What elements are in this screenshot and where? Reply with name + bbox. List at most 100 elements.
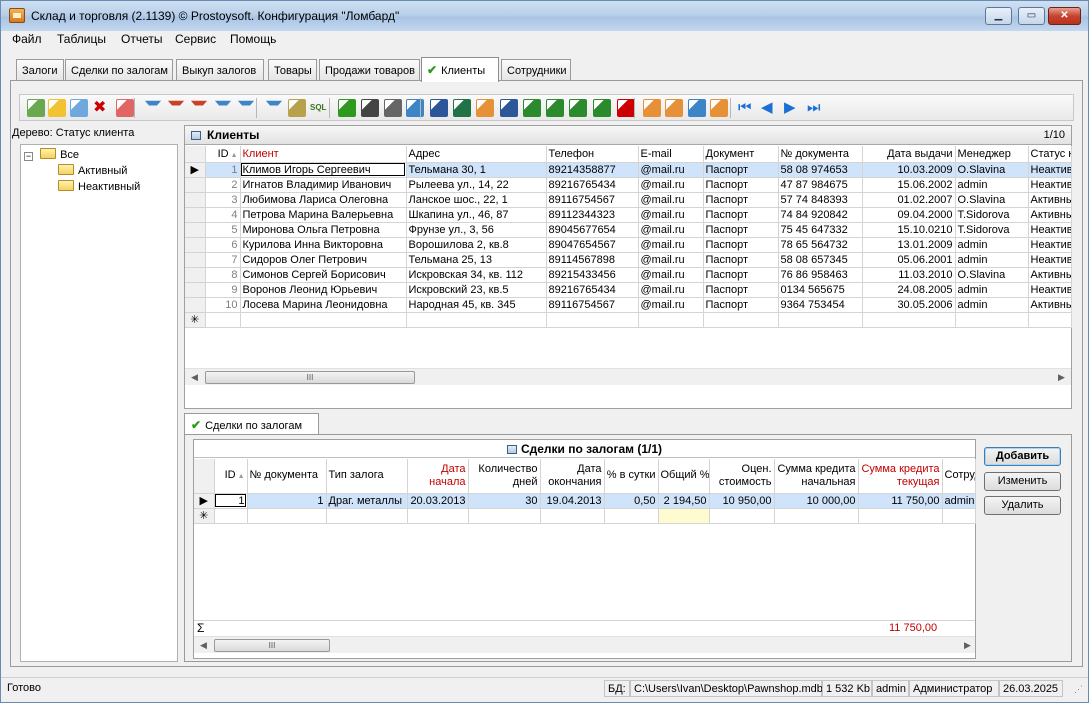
row-indicator[interactable] bbox=[185, 267, 206, 283]
table-cell[interactable]: @mail.ru bbox=[638, 282, 704, 298]
table-cell[interactable]: 30.05.2006 bbox=[862, 297, 956, 313]
table-cell[interactable]: Активны bbox=[1028, 267, 1072, 283]
table-cell[interactable]: Неактив bbox=[1028, 252, 1072, 268]
table-cell[interactable]: 10 950,00 bbox=[709, 493, 775, 509]
table-cell[interactable]: Лосева Марина Леонидовна bbox=[240, 297, 407, 313]
table-cell[interactable] bbox=[546, 312, 639, 328]
table-row[interactable]: 2 Игнатов Владимир Иванович Рылеева ул., 1… bbox=[185, 177, 1072, 193]
table-cell[interactable]: Фрунзе ул., 3, 56 bbox=[406, 222, 547, 238]
scroll-thumb[interactable]: III bbox=[205, 371, 415, 384]
column-header[interactable]: Дата окончания bbox=[540, 459, 605, 494]
column-header[interactable]: Оцен. стоимость bbox=[709, 459, 775, 494]
table-row[interactable]: 4 Петрова Марина Валерьевна Шкапина ул., 4… bbox=[185, 207, 1072, 223]
tab-redemptions[interactable]: Выкуп залогов bbox=[176, 59, 264, 81]
import-icon[interactable] bbox=[643, 99, 661, 117]
current-row-icon[interactable]: ▶ bbox=[194, 493, 215, 509]
scroll-left-icon[interactable]: ◀ bbox=[200, 640, 207, 651]
table-cell[interactable]: 10 000,00 bbox=[774, 493, 859, 509]
table-cell[interactable]: 09.04.2000 bbox=[862, 207, 956, 223]
print-icon[interactable] bbox=[384, 99, 402, 117]
tree-node-all[interactable]: − Все bbox=[21, 148, 79, 161]
deals-hscrollbar[interactable]: ◀ III ▶ bbox=[194, 636, 975, 653]
table-cell[interactable]: @mail.ru bbox=[638, 237, 704, 253]
table-cell[interactable]: Паспорт bbox=[703, 177, 779, 193]
table-cell[interactable]: Неактив bbox=[1028, 282, 1072, 298]
table-cell[interactable]: @mail.ru bbox=[638, 297, 704, 313]
column-header[interactable]: Статус к bbox=[1028, 146, 1072, 163]
filter-advanced-icon[interactable] bbox=[237, 100, 255, 117]
table-cell[interactable]: O.Slavina bbox=[955, 267, 1029, 283]
export-rtf-icon[interactable] bbox=[500, 99, 518, 117]
clients-hscrollbar[interactable]: ◀ III ▶ bbox=[185, 368, 1071, 385]
menu-help[interactable]: Помощь bbox=[230, 32, 276, 46]
close-button[interactable]: ✕ bbox=[1048, 7, 1081, 25]
table-cell[interactable] bbox=[406, 312, 547, 328]
table-cell[interactable]: 8 bbox=[205, 267, 241, 283]
column-header[interactable]: Сотруд bbox=[942, 459, 976, 494]
table-cell[interactable] bbox=[862, 312, 956, 328]
preview-icon[interactable] bbox=[406, 99, 424, 117]
table-cell[interactable]: 15.10.0210 bbox=[862, 222, 956, 238]
table-cell[interactable] bbox=[858, 508, 943, 524]
column-header[interactable]: Сумма кредита текущая bbox=[858, 459, 943, 494]
filter-remove-icon[interactable] bbox=[167, 100, 185, 117]
export-txt-icon[interactable] bbox=[546, 99, 564, 117]
table-cell[interactable]: 89214358877 bbox=[546, 162, 639, 178]
column-header[interactable]: Адрес bbox=[406, 146, 547, 163]
table-cell[interactable]: 89116754567 bbox=[546, 297, 639, 313]
table-cell[interactable]: 5 bbox=[205, 222, 241, 238]
table-cell[interactable]: 05.06.2001 bbox=[862, 252, 956, 268]
table-cell[interactable]: 10.03.2009 bbox=[862, 162, 956, 178]
table-cell[interactable]: 20.03.2013 bbox=[407, 493, 469, 509]
table-cell[interactable]: 89047654567 bbox=[546, 237, 639, 253]
table-cell[interactable]: 78 65 564732 bbox=[778, 237, 863, 253]
table-cell[interactable]: 1 bbox=[205, 162, 241, 178]
table-cell[interactable]: Неактив bbox=[1028, 222, 1072, 238]
tab-pledges[interactable]: Залоги bbox=[16, 59, 64, 81]
table-cell[interactable]: @mail.ru bbox=[638, 222, 704, 238]
tree-node-active[interactable]: Активный bbox=[58, 164, 127, 177]
table-cell[interactable]: 0,50 bbox=[604, 493, 659, 509]
table-row[interactable]: ▶ 1 Климов Игорь Сергеевич Тельмана 30, 1 89… bbox=[185, 162, 1072, 178]
column-header[interactable]: Менеджер bbox=[955, 146, 1029, 163]
table-cell[interactable]: 1 bbox=[247, 493, 327, 509]
column-header[interactable]: ID ▲ bbox=[205, 146, 241, 163]
table-row[interactable]: 9 Воронов Леонид Юрьевич Искровский 23, кв… bbox=[185, 282, 1072, 298]
copy-icon[interactable] bbox=[70, 99, 88, 117]
table-cell[interactable] bbox=[774, 508, 859, 524]
table-cell[interactable] bbox=[468, 508, 541, 524]
table-cell[interactable]: @mail.ru bbox=[638, 162, 704, 178]
table-cell[interactable] bbox=[205, 312, 241, 328]
table-cell[interactable]: Паспорт bbox=[703, 267, 779, 283]
table-cell[interactable]: 89215433456 bbox=[546, 267, 639, 283]
tab-goods[interactable]: Товары bbox=[268, 59, 317, 81]
menu-tables[interactable]: Таблицы bbox=[57, 32, 106, 46]
export-excel-icon[interactable] bbox=[453, 99, 471, 117]
table-cell[interactable]: 30 bbox=[468, 493, 541, 509]
new-record-row[interactable]: ✳ bbox=[194, 508, 976, 524]
prev-record-icon[interactable]: ◀ bbox=[761, 99, 779, 117]
column-header[interactable]: № документа bbox=[247, 459, 327, 494]
table-cell[interactable] bbox=[955, 312, 1029, 328]
add-button[interactable]: Добавить bbox=[984, 447, 1061, 466]
table-cell[interactable]: admin bbox=[955, 237, 1029, 253]
export-dbf-icon[interactable] bbox=[593, 99, 611, 117]
table-cell[interactable]: Игнатов Владимир Иванович bbox=[240, 177, 407, 193]
column-header[interactable]: Документ bbox=[703, 146, 779, 163]
table-cell[interactable]: 11 750,00 bbox=[858, 493, 943, 509]
table-cell[interactable]: O.Slavina bbox=[955, 192, 1029, 208]
filter-icon[interactable] bbox=[144, 100, 162, 117]
table-cell[interactable]: Паспорт bbox=[703, 162, 779, 178]
column-header[interactable]: ID ▲ bbox=[214, 459, 248, 494]
table-cell[interactable]: Паспорт bbox=[703, 252, 779, 268]
table-cell[interactable]: Искровский 23, кв.5 bbox=[406, 282, 547, 298]
table-cell[interactable]: Ланское шос., 22, 1 bbox=[406, 192, 547, 208]
table-cell[interactable]: 4 bbox=[205, 207, 241, 223]
menu-service[interactable]: Сервис bbox=[175, 32, 216, 46]
table-cell[interactable]: 89216765434 bbox=[546, 282, 639, 298]
export-csv-icon[interactable] bbox=[523, 99, 541, 117]
table-row[interactable]: 8 Симонов Сергей Борисович Искровская 34, … bbox=[185, 267, 1072, 283]
table-cell[interactable]: 15.06.2002 bbox=[862, 177, 956, 193]
table-cell[interactable]: 7 bbox=[205, 252, 241, 268]
export-html-icon[interactable] bbox=[476, 99, 494, 117]
